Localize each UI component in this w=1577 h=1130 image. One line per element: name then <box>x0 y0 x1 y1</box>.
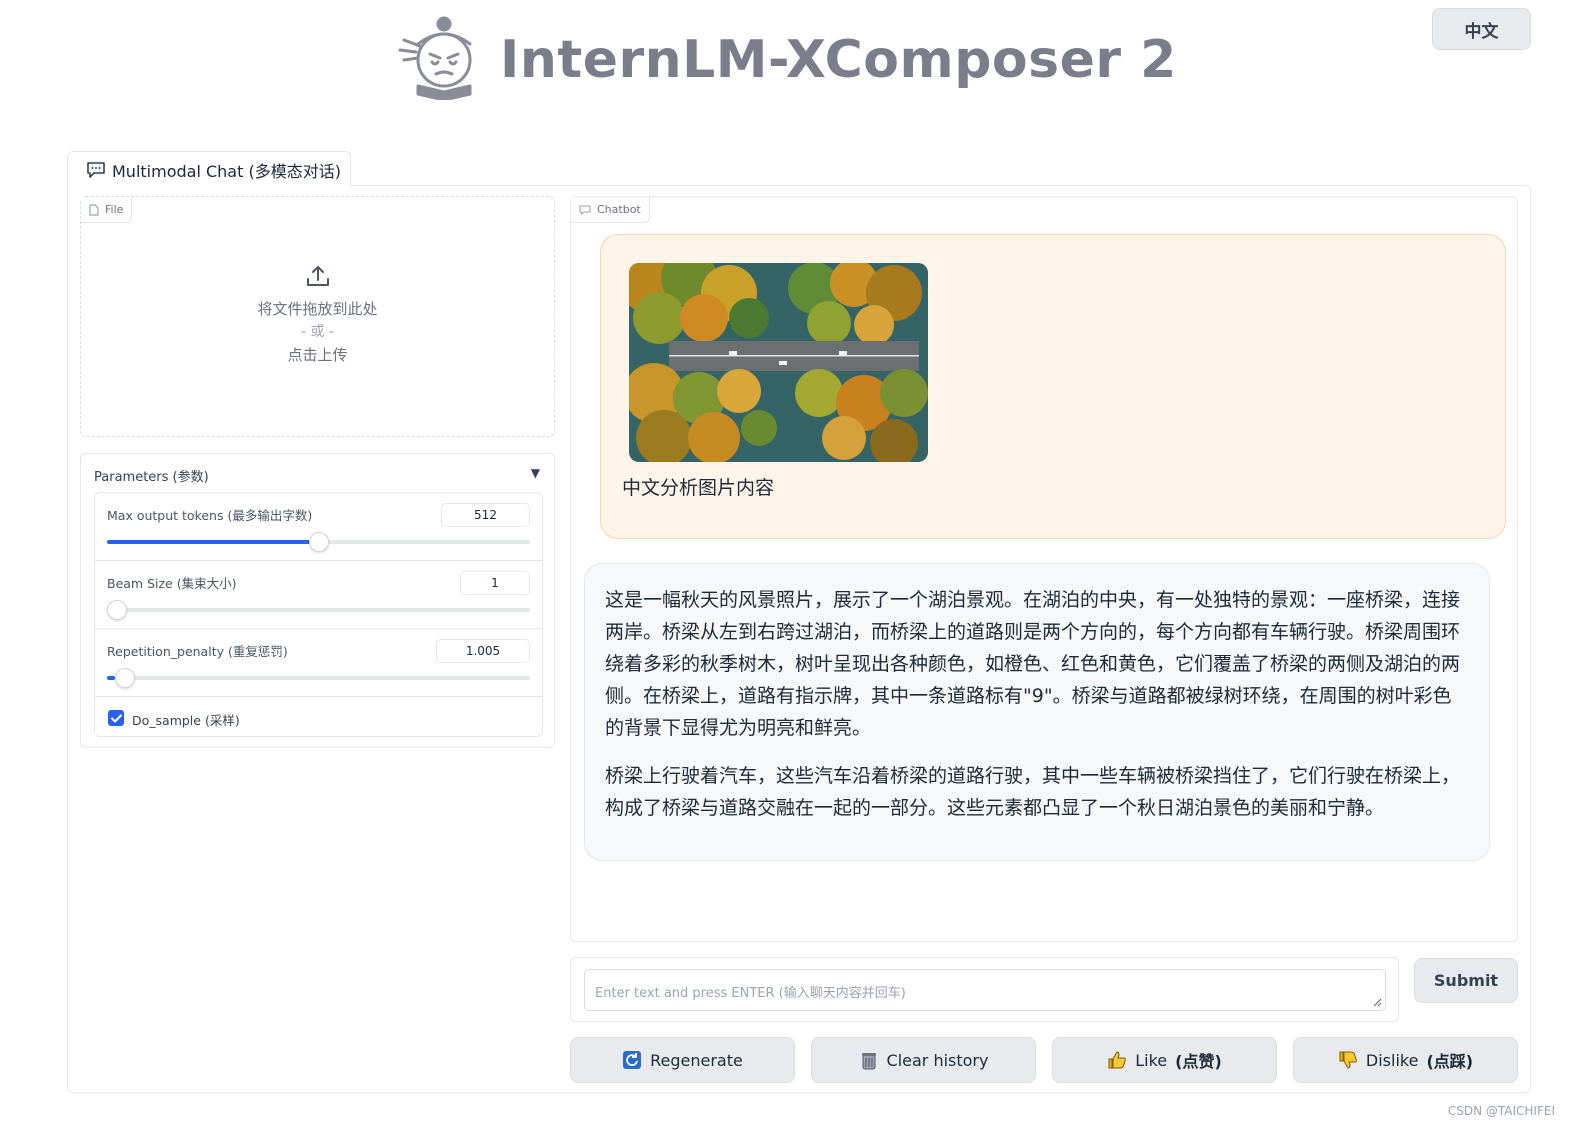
drop-text: 将文件拖放到此处 <box>257 300 378 318</box>
max-tokens-input[interactable]: 512 <box>441 503 530 527</box>
tab-multimodal-chat[interactable]: Multimodal Chat (多模态对话) <box>67 151 351 187</box>
beam-size-slider-thumb[interactable] <box>107 600 127 620</box>
parameters-title[interactable]: Parameters (参数) <box>94 466 209 485</box>
collapse-caret-icon[interactable]: ▼ <box>531 466 540 480</box>
trash-icon <box>861 1053 876 1070</box>
parameters-panel: Max output tokens (最多输出字数) 512 Beam Size… <box>94 492 543 737</box>
chat-icon <box>87 161 105 178</box>
click-upload-text[interactable]: 点击上传 <box>81 343 554 367</box>
watermark: CSDN @TAICHIFEI <box>1447 1104 1555 1118</box>
max-tokens-label: Max output tokens (最多输出字数) <box>107 508 313 523</box>
chat-input-placeholder: Enter text and press ENTER (输入聊天内容并回车) <box>595 986 906 1001</box>
user-message-text: 中文分析图片内容 <box>622 477 775 499</box>
bot-message-paragraph: 桥梁上行驶着汽车，这些汽车沿着桥梁的道路行驶，其中一些车辆被桥梁挡住了，它们行驶… <box>605 765 1461 819</box>
refresh-icon <box>623 1051 642 1069</box>
upload-icon <box>306 266 329 286</box>
regenerate-label: Regenerate <box>650 1050 743 1070</box>
chat-small-icon <box>579 204 591 215</box>
like-button[interactable]: Like (点赞) <box>1052 1037 1277 1083</box>
submit-button[interactable]: Submit <box>1414 958 1518 1003</box>
repetition-penalty-input[interactable]: 1.005 <box>436 639 530 663</box>
file-icon <box>89 203 99 216</box>
or-text: - 或 - <box>300 324 334 340</box>
dislike-label: Dislike <box>1365 1050 1419 1070</box>
chat-input[interactable]: Enter text and press ENTER (输入聊天内容并回车) <box>584 969 1386 1011</box>
thumbs-up-icon <box>1108 1051 1127 1069</box>
uploaded-image[interactable] <box>629 263 928 462</box>
regenerate-button[interactable]: Regenerate <box>570 1037 795 1083</box>
clear-history-label: Clear history <box>886 1050 989 1070</box>
file-upload-dropzone[interactable]: File 将文件拖放到此处 - 或 - 点击上传 <box>80 196 555 437</box>
parameters-accordion: Parameters (参数) ▼ Max output tokens (最多输… <box>80 453 555 748</box>
max-tokens-slider-fill <box>107 540 319 544</box>
chatbot-label-text: Chatbot <box>597 203 641 216</box>
mascot-logo-icon <box>398 16 472 100</box>
do-sample-row: Do_sample (采样) <box>95 697 542 736</box>
max-tokens-slider[interactable] <box>107 532 530 552</box>
repetition-penalty-row: Repetition_penalty (重复惩罚) 1.005 <box>95 629 542 697</box>
tab-label: Multimodal Chat (多模态对话) <box>112 161 341 181</box>
bot-message-paragraph: 这是一幅秋天的风景照片，展示了一个湖泊景观。在湖泊的中央，有一处独特的景观：一座… <box>605 589 1461 739</box>
clear-history-button[interactable]: Clear history <box>811 1037 1036 1083</box>
do-sample-checkbox[interactable] <box>108 710 124 726</box>
beam-size-row: Beam Size (集束大小) 1 <box>95 561 542 629</box>
language-toggle-button[interactable]: 中文 <box>1432 8 1531 50</box>
repetition-penalty-slider[interactable] <box>107 668 530 688</box>
beam-size-slider[interactable] <box>107 600 530 620</box>
checkmark-icon <box>110 714 122 722</box>
like-label-cn: (点赞) <box>1175 1052 1222 1071</box>
repetition-penalty-slider-thumb[interactable] <box>115 668 136 688</box>
max-tokens-slider-thumb[interactable] <box>308 532 329 552</box>
like-label: Like <box>1135 1050 1168 1070</box>
dislike-label-cn: (点踩) <box>1426 1052 1474 1071</box>
user-message: 中文分析图片内容 <box>600 234 1506 539</box>
file-label-text: File <box>105 203 124 216</box>
do-sample-label[interactable]: Do_sample (采样) <box>132 710 240 729</box>
repetition-penalty-label: Repetition_penalty (重复惩罚) <box>107 644 288 659</box>
repetition-penalty-slider-fill <box>107 676 116 680</box>
beam-size-input[interactable]: 1 <box>460 571 530 595</box>
chat-input-container: Enter text and press ENTER (输入聊天内容并回车) <box>570 957 1399 1022</box>
upload-zone[interactable]: 将文件拖放到此处 - 或 - 点击上传 <box>81 263 554 367</box>
resize-handle-icon[interactable] <box>1372 997 1382 1007</box>
beam-size-label: Beam Size (集束大小) <box>107 576 237 591</box>
header: InternLM-XComposer 2 中文 <box>0 0 1577 130</box>
max-tokens-row: Max output tokens (最多输出字数) 512 <box>95 493 542 561</box>
thumbs-down-icon <box>1339 1051 1357 1069</box>
chatbot-block-label: Chatbot <box>571 197 650 223</box>
chatbot-panel: Chatbot 中文分析图片内容 这是一幅秋天的风景照片，展示了一个湖泊景观。在… <box>570 196 1518 942</box>
app-title: InternLM-XComposer 2 <box>500 30 1177 90</box>
dislike-button[interactable]: Dislike (点踩) <box>1293 1037 1518 1083</box>
bot-message: 这是一幅秋天的风景照片，展示了一个湖泊景观。在湖泊的中央，有一处独特的景观：一座… <box>584 563 1490 861</box>
file-block-label: File <box>81 197 133 223</box>
